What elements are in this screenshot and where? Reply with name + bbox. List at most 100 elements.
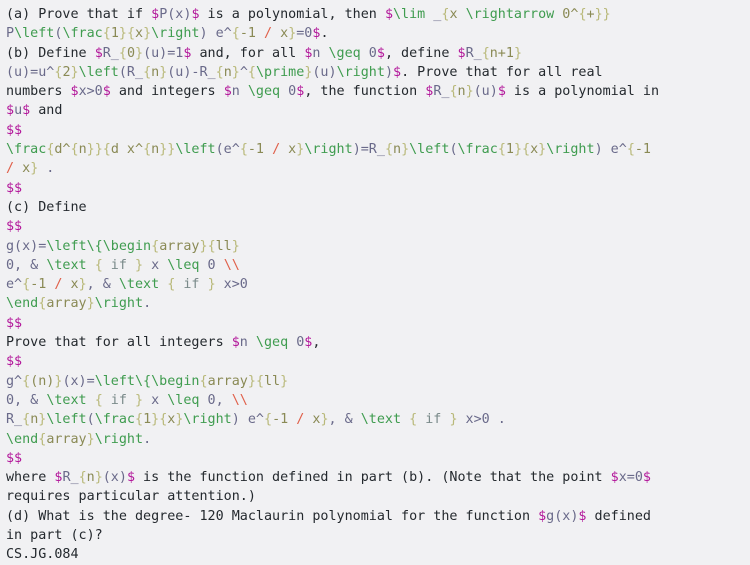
code-token: } [135, 257, 144, 273]
code-line[interactable]: \end{array}\right. [6, 294, 746, 313]
code-line[interactable]: g(x)=\left\{\begin{array}{ll} [6, 237, 746, 256]
code-line[interactable]: 0, & \text { if } x \leq 0, \\ [6, 391, 746, 410]
code-line[interactable]: 0, & \text { if } x \leq 0 \\ [6, 256, 746, 275]
code-token: / [272, 142, 281, 158]
code-token: \right [336, 64, 385, 80]
latex-source-view[interactable]: (a) Prove that if $P(x)$ is a polynomial… [0, 0, 750, 565]
code-token: requires particular attention.) [6, 489, 256, 505]
code-token: if [417, 412, 450, 428]
code-token: \left [14, 26, 55, 42]
code-line[interactable]: e^{-1 / x}, & \text { if } x>0 [6, 275, 746, 294]
code-line[interactable]: $$ [6, 121, 746, 140]
code-token: 0, & [6, 392, 47, 408]
code-token: { [449, 84, 458, 100]
code-token: , the function [304, 84, 426, 100]
code-token: { [247, 64, 256, 80]
code-token: } [280, 373, 289, 389]
code-line[interactable]: $$ [6, 352, 746, 371]
code-token: ll [215, 238, 232, 254]
code-token: n [151, 64, 160, 80]
code-line[interactable]: \end{array}\right. [6, 430, 746, 449]
code-token: . [143, 431, 152, 447]
code-line[interactable]: $$ [6, 179, 746, 198]
code-token: $ [102, 84, 111, 100]
code-token: / [6, 161, 15, 177]
code-line[interactable]: (u)=u^{2}\left(R_{n}(u)-R_{n}^{\prime}(u… [6, 63, 746, 82]
code-line[interactable]: $$ [6, 449, 746, 468]
code-token: x [280, 142, 297, 158]
code-line[interactable]: R_{n}\left(\frac{1}{x}\right) e^{-1 / x}… [6, 410, 746, 429]
code-token: \right [546, 142, 595, 158]
code-token: \left [175, 142, 216, 158]
code-token: 0 [199, 257, 224, 273]
code-token: { [151, 238, 160, 254]
code-token: (u)=1 [143, 45, 184, 61]
code-token: -1 [30, 277, 55, 293]
code-token: \frac [62, 26, 103, 42]
code-token: -1 [634, 142, 651, 158]
code-token: d x^ [110, 142, 144, 158]
code-token: } [207, 277, 216, 293]
code-token: { [94, 392, 103, 408]
code-line[interactable]: / x} . [6, 159, 746, 178]
code-token: in part (c)? [6, 528, 103, 544]
code-token: } [94, 470, 103, 486]
code-line[interactable]: numbers $x>0$ and integers $n \geq 0$, t… [6, 82, 746, 101]
code-token: e^ [6, 277, 23, 293]
code-token: \right [94, 296, 144, 312]
code-token: n+1 [489, 45, 514, 61]
code-line[interactable]: (d) What is the degree- 120 Maclaurin po… [6, 507, 746, 526]
code-token: x [143, 257, 168, 273]
code-token: n [393, 142, 402, 158]
code-token: and, for all [191, 45, 305, 61]
code-line[interactable]: (b) Define $R_{0}(u)=1$ and, for all $n … [6, 44, 746, 63]
code-token: 0^ [554, 7, 579, 22]
code-token: u [14, 103, 23, 119]
code-token: } [449, 412, 458, 428]
code-line[interactable]: (c) Define [6, 198, 746, 217]
code-line[interactable]: $$ [6, 314, 746, 333]
code-token: } [247, 373, 256, 389]
code-token: (x) [102, 470, 127, 486]
code-token: n [86, 470, 95, 486]
code-line[interactable]: \frac{d^{n}}{d x^{n}}\left(e^{-1 / x}\ri… [6, 140, 746, 159]
code-token: is a polynomial, then [199, 7, 385, 22]
code-token: -1 [239, 26, 264, 42]
code-line[interactable]: (a) Prove that if $P(x)$ is a polynomial… [6, 5, 746, 24]
code-line[interactable]: where $R_{n}(x)$ is the function defined… [6, 468, 746, 487]
code-token: \{ [86, 238, 103, 254]
code-line[interactable]: Prove that for all integers $n \geq 0$, [6, 333, 746, 352]
code-token: } [86, 296, 95, 312]
code-token: R_ [465, 45, 482, 61]
code-token: , [312, 335, 321, 351]
code-token: (u)-R_ [167, 64, 216, 80]
code-line[interactable]: g^{(n)}(x)=\left\{\begin{array}{ll} [6, 372, 746, 391]
code-token: x>0 . [457, 412, 506, 428]
code-token: $ [231, 335, 240, 351]
code-token: { [215, 64, 224, 80]
code-token: { [70, 142, 79, 158]
code-token: array [46, 296, 87, 312]
code-line[interactable]: CS.JG.084 [6, 545, 746, 564]
code-token: { [135, 412, 144, 428]
code-token: $$ [6, 180, 23, 196]
code-token: { [578, 7, 587, 22]
code-token: R_ [433, 84, 450, 100]
code-token: } [231, 238, 240, 254]
code-token: , define [384, 45, 458, 61]
code-line[interactable]: $u$ and [6, 101, 746, 120]
code-token: ) e^ [594, 142, 627, 158]
code-token: { [78, 470, 87, 486]
code-token: g(x) [546, 508, 579, 524]
code-token: ) [384, 64, 393, 80]
code-line[interactable]: $$ [6, 217, 746, 236]
code-token: \left [46, 412, 87, 428]
code-line[interactable]: requires particular attention.) [6, 487, 746, 506]
code-line[interactable]: P\left(\frac{1}{x}\right) e^{-1 / x}=0$. [6, 24, 746, 43]
code-body[interactable]: (a) Prove that if $P(x)$ is a polynomial… [6, 5, 746, 565]
code-line[interactable]: in part (c)? [6, 526, 746, 545]
code-token: x [62, 277, 79, 293]
code-token: if [102, 392, 135, 408]
code-token: . [320, 26, 329, 42]
